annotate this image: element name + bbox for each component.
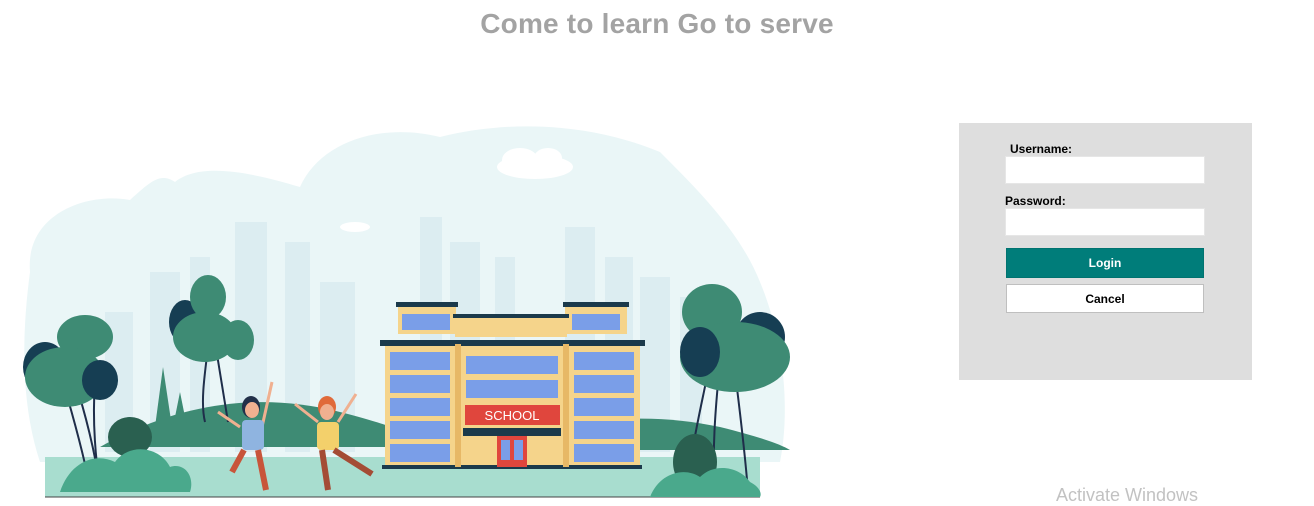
password-input[interactable]: [1005, 208, 1205, 236]
password-label: Password:: [1005, 194, 1066, 208]
cancel-button[interactable]: Cancel: [1006, 284, 1204, 313]
username-label: Username:: [1010, 142, 1073, 156]
login-button[interactable]: Login: [1006, 248, 1204, 278]
login-panel: Username: Password: Login Cancel: [959, 123, 1252, 380]
page-title: Come to learn Go to serve: [480, 8, 834, 39]
activation-watermark: Activate Windows: [1056, 485, 1199, 505]
school-building: SCHOOL: [380, 302, 645, 469]
username-input[interactable]: [1005, 156, 1205, 184]
school-sign: SCHOOL: [485, 408, 540, 423]
school-illustration: SCHOOL: [23, 126, 790, 498]
